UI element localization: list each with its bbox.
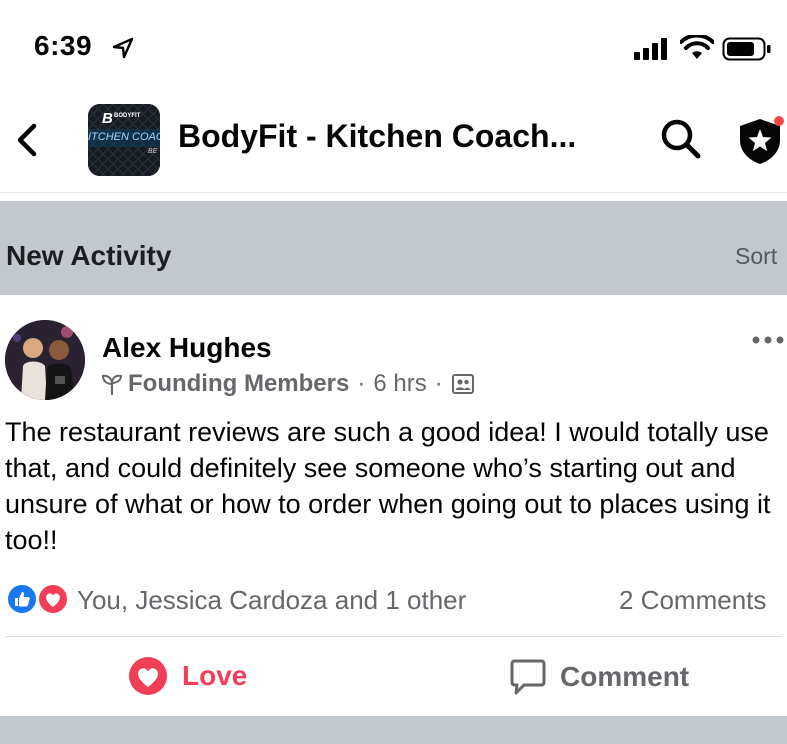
group-title[interactable]: BodyFit - Kitchen Coach... bbox=[178, 118, 576, 155]
reaction-icons[interactable] bbox=[5, 583, 71, 615]
search-icon[interactable] bbox=[658, 116, 702, 160]
post-group-label[interactable]: Founding Members bbox=[128, 370, 349, 398]
post-body: The restaurant reviews are such a good i… bbox=[5, 417, 771, 555]
author-avatar[interactable] bbox=[5, 320, 85, 400]
section-title: New Activity bbox=[6, 240, 172, 271]
feed-separator bbox=[0, 716, 787, 744]
logo-b-letter: B bbox=[102, 110, 113, 127]
heart-icon bbox=[129, 657, 167, 695]
meta-separator: · bbox=[357, 370, 366, 397]
notification-dot bbox=[774, 116, 784, 126]
logo-bottom-text: BE bbox=[148, 148, 158, 155]
header-divider bbox=[0, 192, 787, 193]
avatar-photo bbox=[5, 320, 85, 400]
comment-label: Comment bbox=[560, 661, 690, 692]
sort-button[interactable]: Sort bbox=[735, 243, 777, 270]
meta-separator: · bbox=[434, 370, 443, 397]
logo-top-text: BODYFIT bbox=[114, 113, 141, 119]
comments-count[interactable]: 2 Comments bbox=[619, 585, 766, 616]
comment-button[interactable]: Comment bbox=[510, 658, 689, 696]
wifi-icon bbox=[680, 35, 714, 59]
post-meta: Founding Members · 6 hrs · bbox=[100, 370, 475, 398]
love-label: Love bbox=[182, 660, 248, 691]
love-button[interactable]: Love bbox=[128, 656, 247, 696]
post-time[interactable]: 6 hrs bbox=[373, 370, 426, 398]
group-thumbnail[interactable]: B BODYFIT ITCHEN COAC BE bbox=[88, 104, 160, 176]
group-members-icon bbox=[451, 374, 474, 394]
back-chevron-icon[interactable] bbox=[14, 120, 40, 160]
location-arrow-icon bbox=[112, 37, 134, 59]
sprout-icon bbox=[101, 374, 123, 396]
status-time: 6:39 bbox=[34, 30, 93, 61]
actions-divider bbox=[5, 636, 782, 637]
reactors-summary[interactable]: You, Jessica Cardoza and 1 other bbox=[77, 585, 466, 616]
battery-icon bbox=[722, 37, 771, 61]
comment-icon bbox=[510, 659, 546, 695]
logo-mid-text: ITCHEN COAC bbox=[88, 131, 160, 143]
cellular-signal-icon bbox=[634, 38, 667, 60]
more-options-icon[interactable] bbox=[750, 330, 786, 350]
author-name[interactable]: Alex Hughes bbox=[102, 332, 272, 364]
